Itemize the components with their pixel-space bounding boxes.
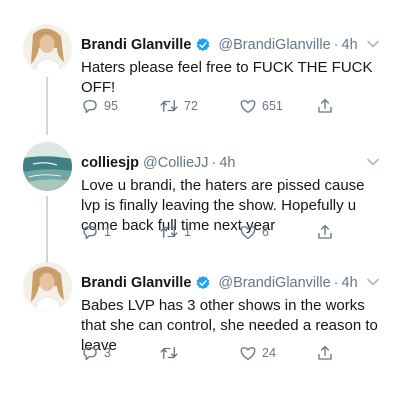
share-icon (318, 345, 332, 360)
retweet-button[interactable]: 72 (159, 96, 198, 116)
handle[interactable]: @BrandiGlanville (218, 273, 330, 293)
handle[interactable]: @CollieJJ (143, 153, 208, 173)
tweet-actions: 3 24 (81, 343, 351, 363)
reply-icon (83, 347, 97, 361)
separator-dot: · (333, 37, 339, 53)
like-count: 6 (262, 225, 269, 239)
timestamp[interactable]: 4h (219, 153, 235, 173)
heart-icon (240, 226, 256, 240)
display-name[interactable]: colliesjp (81, 153, 139, 173)
like-button[interactable]: 651 (239, 96, 283, 116)
thread-connector-line (46, 196, 48, 262)
avatar[interactable] (23, 262, 72, 311)
display-name[interactable]: Brandi Glanville (81, 35, 191, 55)
tweet-text: Haters please feel free to FUCK THE FUCK… (81, 59, 373, 96)
retweet-icon (160, 226, 178, 238)
tweet-actions: 95 72 651 (81, 96, 351, 116)
avatar[interactable] (23, 142, 72, 191)
verified-badge-icon (197, 38, 210, 52)
tweet-actions: 1 1 6 (81, 222, 351, 242)
like-button[interactable]: 6 (239, 222, 269, 242)
share-button[interactable] (316, 96, 334, 116)
timestamp[interactable]: 4h (342, 35, 358, 55)
like-button[interactable]: 24 (239, 343, 276, 363)
reply-button[interactable]: 3 (81, 343, 111, 363)
heart-icon (240, 347, 256, 361)
ocean-landscape-avatar-icon (23, 142, 72, 191)
thread-connector-line (46, 77, 48, 135)
like-count: 24 (262, 346, 276, 360)
share-icon (318, 98, 332, 113)
avatar[interactable] (23, 24, 72, 73)
retweet-button[interactable]: 1 (159, 222, 191, 242)
chevron-down-icon[interactable] (366, 155, 380, 169)
share-button[interactable] (316, 343, 334, 363)
display-name[interactable]: Brandi Glanville (81, 273, 191, 293)
reply-icon (83, 226, 97, 240)
reply-button[interactable]: 95 (81, 96, 118, 116)
reply-count: 3 (104, 346, 111, 360)
reply-button[interactable]: 1 (81, 222, 111, 242)
retweet-icon (160, 347, 178, 359)
tweet-thread: Brandi Glanville @BrandiGlanville · 4h H… (0, 0, 400, 400)
retweet-count: 72 (184, 99, 198, 113)
timestamp[interactable]: 4h (342, 273, 358, 293)
retweet-button[interactable] (159, 343, 184, 363)
share-button[interactable] (316, 222, 334, 242)
retweet-count: 1 (184, 225, 191, 239)
handle[interactable]: @BrandiGlanville (218, 35, 330, 55)
woman-portrait-avatar-icon (23, 24, 72, 73)
reply-count: 1 (104, 225, 111, 239)
heart-icon (240, 100, 256, 114)
woman-portrait-avatar-icon (23, 262, 72, 311)
retweet-icon (160, 100, 178, 112)
reply-icon (83, 100, 97, 114)
reply-count: 95 (104, 99, 118, 113)
share-icon (318, 224, 332, 239)
separator-dot: · (211, 155, 217, 171)
separator-dot: · (333, 275, 339, 291)
like-count: 651 (262, 99, 283, 113)
chevron-down-icon[interactable] (366, 37, 380, 51)
verified-badge-icon (197, 276, 210, 290)
chevron-down-icon[interactable] (366, 275, 380, 289)
